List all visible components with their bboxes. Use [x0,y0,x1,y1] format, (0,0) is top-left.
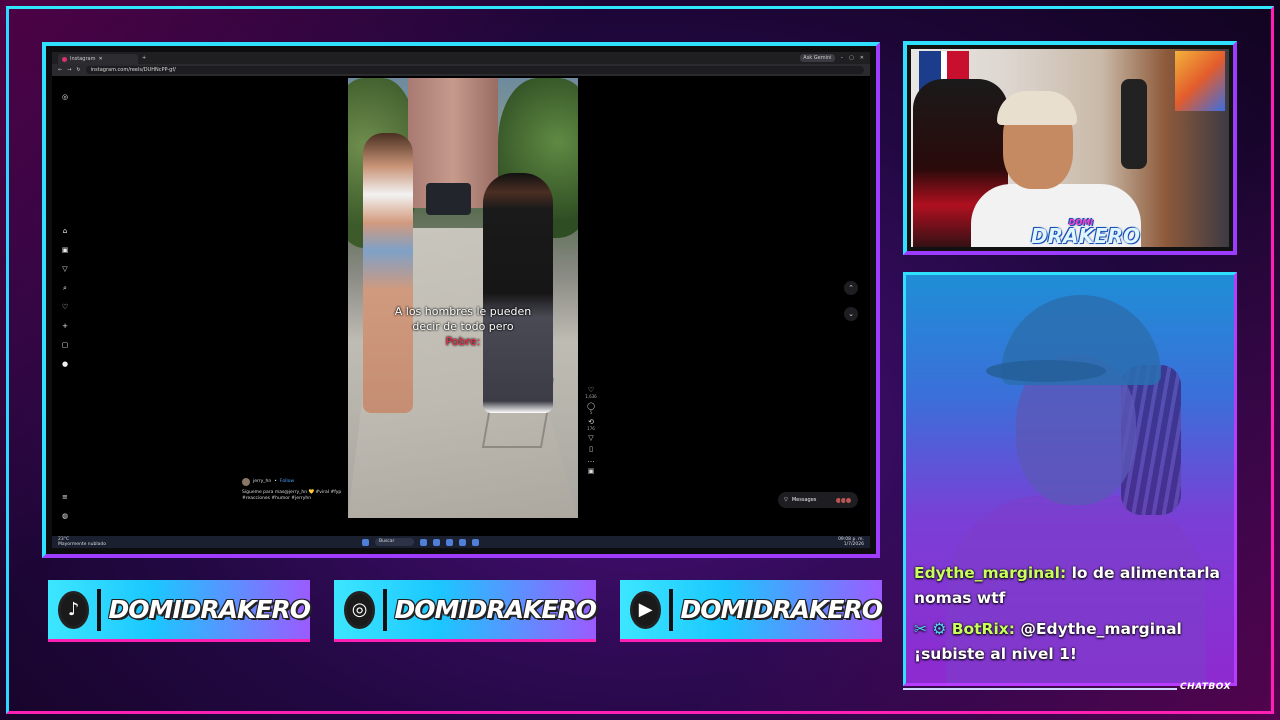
browser-tabbar: Instagram ✕ + Ask Gemini – ▢ ✕ [52,52,870,64]
reel-navigation: ⌃ ⌄ [844,281,858,321]
instagram-favicon-icon [62,56,67,62]
chatbox-label: CHATBOX [1180,682,1232,692]
profile-icon[interactable]: ● [62,355,68,374]
social-badge-tiktok: ♪ DOMIDRAKERO [48,580,311,642]
drakero-logo: DOMI DRAKERO [1031,219,1140,247]
video-person-woman [363,133,413,413]
reel-actions: ♡ 1,636 ◯ 5 ⟲ 176 ▽ ▯ … ▣ [582,386,600,475]
repost-count: 176 [587,426,595,431]
webcam-feed: DOMI DRAKERO [911,49,1229,247]
weather-desc: Mayormente nublado [58,542,106,547]
chat-message: ✂ ⚙ BotRix: @Edythe_marginal ¡subiste al… [914,617,1228,667]
comment-icon[interactable]: ◯ [587,402,595,410]
url-text: instagram.com/reels/DUHNcPP-gf/ [90,67,176,73]
share-icon[interactable]: ▽ [588,434,593,442]
minimize-icon[interactable]: – [841,55,844,61]
taskbar-app-icon[interactable] [459,538,467,546]
chat-message: Edythe_marginal: lo de alimentarla nomas… [914,561,1228,611]
windows-taskbar: 23°C Mayormente nublado Buscar 09:08 p. … [52,536,870,548]
taskbar-app-icon[interactable] [433,538,441,546]
like-count: 1,636 [585,394,597,399]
tab-title: Instagram [70,56,96,62]
reel-meta: jerry_hn • Follow Sigueme para mas@jerry… [242,478,342,501]
taskbar-clock[interactable]: 09:08 p. m. 1/7/2026 [838,537,864,547]
chat-username: Edythe_marginal: [914,564,1067,582]
close-tab-icon[interactable]: ✕ [98,56,102,62]
chatbox-underline [903,688,1177,690]
author-avatar[interactable] [242,478,250,486]
maximize-icon[interactable]: ▢ [849,55,854,61]
explore-icon[interactable]: ▽ [62,260,67,279]
messages-nav-icon[interactable]: ▢ [62,336,69,355]
video-person-man [483,173,553,413]
browser-tab[interactable]: Instagram ✕ [58,54,138,64]
chrome-icon[interactable] [472,538,480,546]
webcam-panel: DOMI DRAKERO [903,41,1237,255]
instagram-page: ◎ ⌂ ▣ ▽ ⌕ ♡ + ▢ ● ≡ ◍ A los hombres le p… [52,76,870,536]
new-tab-icon[interactable]: + [142,55,146,61]
home-icon[interactable]: ⌂ [63,222,67,241]
social-handle: DOMIDRAKERO [680,595,883,624]
search-icon[interactable]: ⌕ [63,279,67,298]
close-window-icon[interactable]: ✕ [860,55,864,61]
chat-messages: Edythe_marginal: lo de alimentarla nomas… [914,561,1228,673]
windows-start-icon[interactable] [362,538,369,546]
social-handle: DOMIDRAKERO [108,595,311,624]
taskbar-app-icon[interactable] [446,538,454,546]
video-van [426,183,471,215]
browser-window: Instagram ✕ + Ask Gemini – ▢ ✕ ← → ↻ ins… [52,52,870,548]
threads-icon[interactable]: ◍ [62,507,68,526]
youtube-icon: ▶ [630,590,662,629]
social-handle: DOMIDRAKERO [394,595,597,624]
reel-video[interactable]: A los hombres le pueden decir de todo pe… [348,78,578,518]
streamer-cap [997,91,1077,125]
caption-line-2: decir de todo pero [412,320,514,333]
forward-icon[interactable]: → [67,67,71,73]
messages-label: Messages [791,497,817,503]
repost-icon[interactable]: ⟲ [588,418,594,426]
reel-description: Sigueme para mas@jerry_hn 💛 #viral #fyp … [242,490,342,501]
taskbar-app-icon[interactable] [420,538,428,546]
wall-posters [1175,51,1225,111]
back-icon[interactable]: ← [58,67,62,73]
bot-badge-icon: ✂ ⚙ [914,620,947,638]
social-badge-instagram: ◎ DOMIDRAKERO [334,580,597,642]
social-badge-youtube: ▶ DOMIDRAKERO [620,580,883,642]
message-avatars [835,496,852,504]
instagram-logo-icon[interactable]: ◎ [62,88,68,107]
author-username[interactable]: jerry_hn [253,479,271,485]
more-icon[interactable]: … [588,456,595,464]
url-field[interactable]: instagram.com/reels/DUHNcPP-gf/ [85,66,864,74]
caption-line-1: A los hombres le pueden [394,305,532,318]
follow-button[interactable]: Follow [280,479,294,485]
save-icon[interactable]: ▯ [589,445,593,453]
video-caption: A los hombres le pueden decir de todo pe… [348,304,578,349]
menu-icon[interactable]: ≡ [62,488,68,507]
caption-red-word: Pobre: [445,335,481,348]
next-reel-icon[interactable]: ⌄ [844,307,858,321]
taskbar-date: 1/7/2026 [843,542,864,547]
like-icon[interactable]: ♡ [588,386,594,394]
messages-button[interactable]: ▽ Messages [778,492,858,508]
reload-icon[interactable]: ↻ [76,67,80,73]
microphone [1121,79,1147,169]
comment-count: 5 [589,410,593,415]
taskbar-search[interactable]: Buscar [375,538,415,546]
logo-big-text: DRAKERO [1031,224,1141,247]
create-icon[interactable]: + [62,317,68,336]
weather-widget[interactable]: 23°C Mayormente nublado [58,537,106,547]
instagram-sidebar: ◎ ⌂ ▣ ▽ ⌕ ♡ + ▢ ● ≡ ◍ [58,88,72,526]
previous-reel-icon[interactable]: ⌃ [844,281,858,295]
reels-icon[interactable]: ▣ [62,241,69,260]
send-icon: ▽ [784,497,788,503]
instagram-icon: ◎ [344,590,376,629]
audio-thumb-icon[interactable]: ▣ [588,467,595,475]
address-bar: ← → ↻ instagram.com/reels/DUHNcPP-gf/ [52,64,870,76]
chat-panel: Edythe_marginal: lo de alimentarla nomas… [903,272,1237,686]
ask-gemini-button[interactable]: Ask Gemini [800,54,835,62]
notifications-icon[interactable]: ♡ [62,298,68,317]
tiktok-icon: ♪ [58,590,90,629]
screen-capture-panel: Instagram ✕ + Ask Gemini – ▢ ✕ ← → ↻ ins… [42,42,880,558]
chat-username: BotRix: [951,620,1016,638]
